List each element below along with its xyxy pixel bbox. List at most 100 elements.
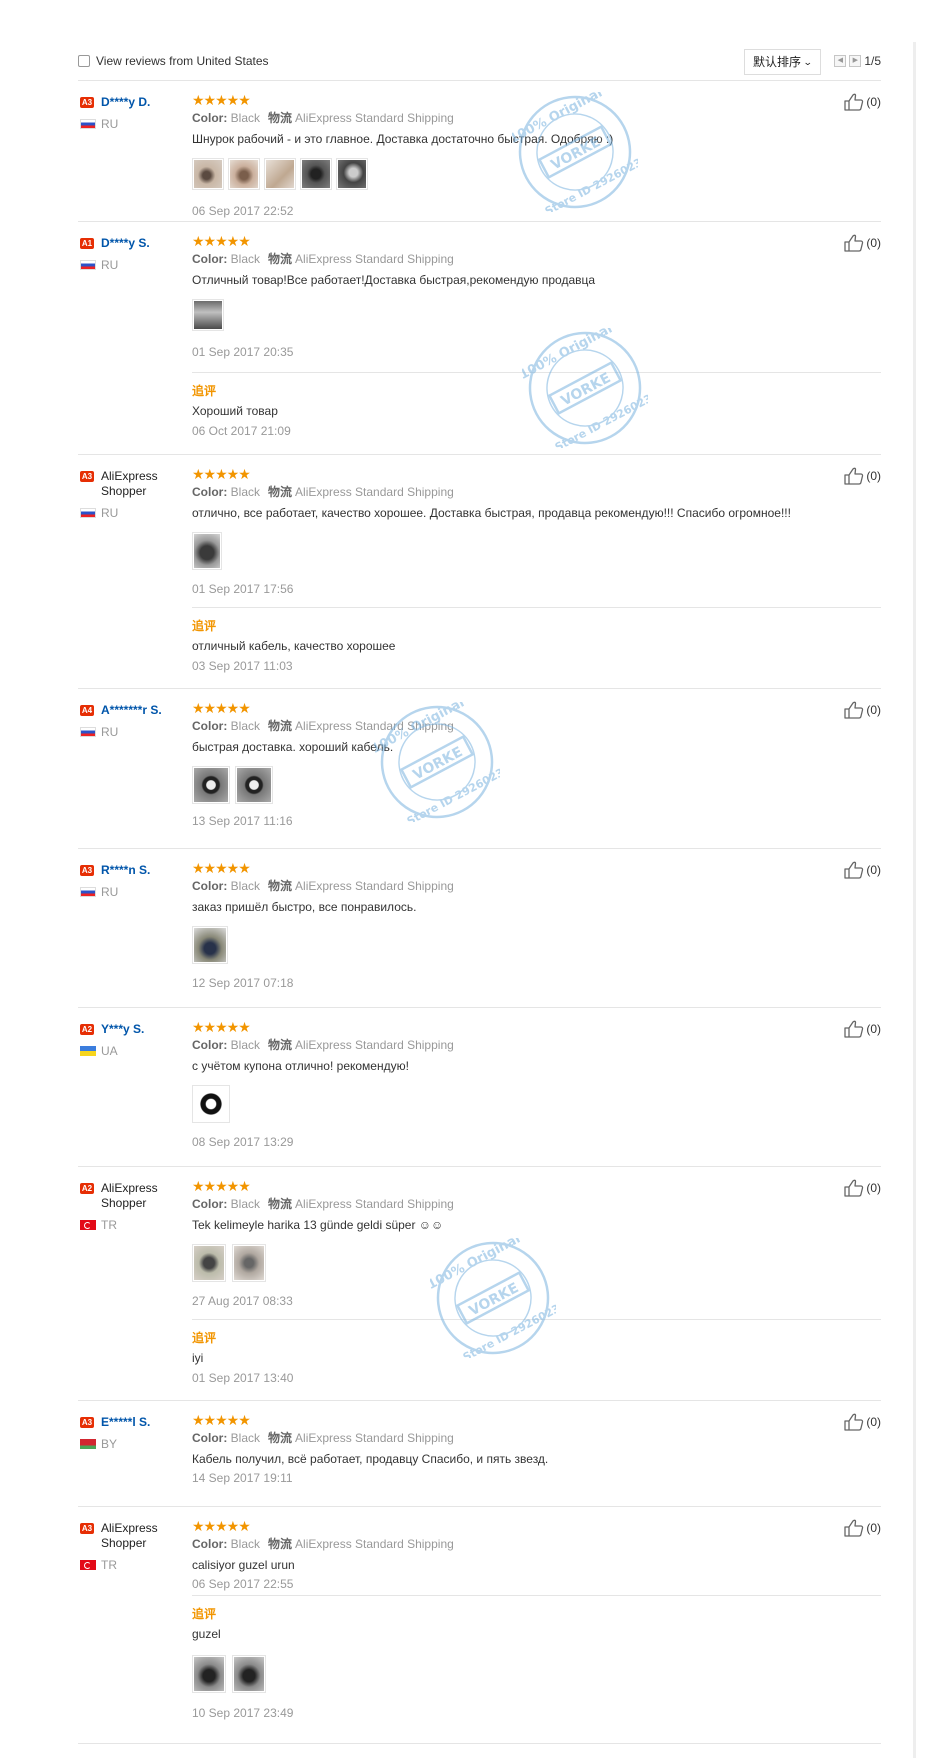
reviewer-name[interactable]: AliExpress Shopper [101,1181,180,1211]
photo-thumbnail[interactable] [192,1085,230,1123]
review-body: ★★★★★ Color: Black 物流 AliExpress Standard … [192,700,812,828]
review-item: A4 A*******r S. RU ★★★★★ Color: Black 物流 Al… [78,689,881,849]
helpful-count: (0) [866,703,881,717]
helpful-count: (0) [866,95,881,109]
photo-thumbnail[interactable] [336,158,368,190]
flag-ru-icon [80,508,96,518]
photo-thumbnail[interactable] [192,1655,226,1693]
review-date: 06 Sep 2017 22:55 [192,1577,294,1591]
reviewer-name[interactable]: R****n S. [101,863,150,878]
reviewer-name[interactable]: AliExpress Shopper [101,469,180,499]
star-rating: ★★★★★ [192,92,251,108]
review-attributes: Color: Black 物流 AliExpress Standard Shippi… [192,1197,454,1211]
review-body: ★★★★★ Color: Black 物流 AliExpress Standard … [192,860,812,990]
review-date: 08 Sep 2017 13:29 [192,1135,294,1149]
us-filter[interactable]: View reviews from United States [78,54,269,68]
pager: ◀ ▶ 1/5 [834,54,881,68]
photo-thumbnail[interactable] [300,158,332,190]
review-item: A3 AliExpress Shopper TR ★★★★★ Color: Bla… [78,1507,881,1744]
review-text: calisiyor guzel urun [192,1558,295,1572]
review-body: ★★★★★ Color: Black 物流 AliExpress Standard … [192,1518,812,1591]
photo-thumbnail[interactable] [192,299,224,331]
thumbs-up-icon [844,701,864,719]
star-rating: ★★★★★ [192,1412,251,1428]
photo-thumbnail[interactable] [192,532,222,570]
thumbs-up-icon [844,234,864,252]
review-text: Tek kelimeyle harika 13 günde geldi süpe… [192,1218,444,1232]
helpful-count: (0) [866,1022,881,1036]
photo-thumbnail[interactable] [232,1655,266,1693]
photo-thumbnails [192,532,812,570]
review-attributes: Color: Black 物流 AliExpress Standard Shippi… [192,879,454,893]
star-rating: ★★★★★ [192,1178,251,1194]
country-code: RU [101,117,119,131]
country-code: RU [101,725,119,739]
review-attributes: Color: Black 物流 AliExpress Standard Shippi… [192,719,454,733]
helpful-button[interactable]: (0) [844,1519,881,1537]
photo-thumbnail[interactable] [232,1244,266,1282]
reviewer-name[interactable]: E*****l S. [101,1415,150,1430]
reviewer: A3 E*****l S. BY [80,1415,180,1451]
review-date: 14 Sep 2017 19:11 [192,1471,293,1485]
reviewer: A4 A*******r S. RU [80,703,180,739]
photo-thumbnail[interactable] [235,766,273,804]
photo-thumbnail[interactable] [192,1244,226,1282]
review-body: ★★★★★ Color: Black 物流 AliExpress Standard … [192,92,812,218]
star-rating: ★★★★★ [192,233,251,249]
country-code: BY [101,1437,118,1451]
followup-label: 追评 [192,1607,217,1621]
reviewer: A3 R****n S. RU [80,863,180,899]
review-text: заказ пришёл быстро, все понравилось. [192,900,417,914]
helpful-button[interactable]: (0) [844,1179,881,1197]
followup: 追评 iyi 01 Sep 2017 13:40 [192,1319,881,1401]
reviewer-name[interactable]: AliExpress Shopper [101,1521,180,1551]
review-attributes: Color: Black 物流 AliExpress Standard Shippi… [192,252,454,266]
helpful-button[interactable]: (0) [844,1020,881,1038]
review-item: A2 AliExpress Shopper TR ★★★★★ Color: Bla… [78,1167,881,1401]
reviewer-name[interactable]: Y***y S. [101,1022,144,1037]
us-filter-checkbox[interactable] [78,55,90,67]
flag-ua-icon [80,1046,96,1056]
prev-page-icon[interactable]: ◀ [834,55,847,67]
review-text: отлично, все работает, качество хорошее.… [192,506,791,520]
star-rating: ★★★★★ [192,860,251,876]
helpful-button[interactable]: (0) [844,467,881,485]
helpful-button[interactable]: (0) [844,93,881,111]
level-badge: A3 [80,97,94,108]
helpful-button[interactable]: (0) [844,701,881,719]
helpful-count: (0) [866,1181,881,1195]
review-item: A1 D****y S. RU ★★★★★ Color: Black 物流 AliEx… [78,222,881,455]
sort-dropdown[interactable]: 默认排序 ⌄ [744,49,821,75]
helpful-button[interactable]: (0) [844,861,881,879]
star-rating: ★★★★★ [192,466,251,482]
reviewer-name[interactable]: A*******r S. [101,703,162,718]
review-item: A2 Y***y S. UA ★★★★★ Color: Black 物流 AliExp… [78,1008,881,1167]
review-body: ★★★★★ Color: Black 物流 AliExpress Standard … [192,1019,812,1149]
level-badge: A3 [80,1523,94,1534]
country-code: TR [101,1218,117,1232]
level-badge: A3 [80,1417,94,1428]
reviewer-name[interactable]: D****y S. [101,236,150,251]
followup: 追评 guzel 10 Sep 2017 23:49 [192,1595,881,1744]
helpful-count: (0) [866,236,881,250]
photo-thumbnails [192,1244,812,1282]
photo-thumbnail[interactable] [264,158,296,190]
photo-thumbnail[interactable] [228,158,260,190]
review-attributes: Color: Black 物流 AliExpress Standard Shippi… [192,111,454,125]
review-item: A3 AliExpress Shopper RU ★★★★★ Color: Bla… [78,455,881,689]
photo-thumbnail[interactable] [192,766,230,804]
flag-ru-icon [80,119,96,129]
reviewer-name[interactable]: D****y D. [101,95,150,110]
review-date: 12 Sep 2017 07:18 [192,976,294,990]
helpful-button[interactable]: (0) [844,234,881,252]
helpful-button[interactable]: (0) [844,1413,881,1431]
star-rating: ★★★★★ [192,1019,251,1035]
level-badge: A3 [80,471,94,482]
followup-date: 01 Sep 2017 13:40 [192,1371,294,1385]
reviewer: A3 AliExpress Shopper RU [80,469,180,520]
thumbs-up-icon [844,467,864,485]
photo-thumbnail[interactable] [192,926,228,964]
next-page-icon[interactable]: ▶ [849,55,862,67]
thumbs-up-icon [844,93,864,111]
photo-thumbnail[interactable] [192,158,224,190]
